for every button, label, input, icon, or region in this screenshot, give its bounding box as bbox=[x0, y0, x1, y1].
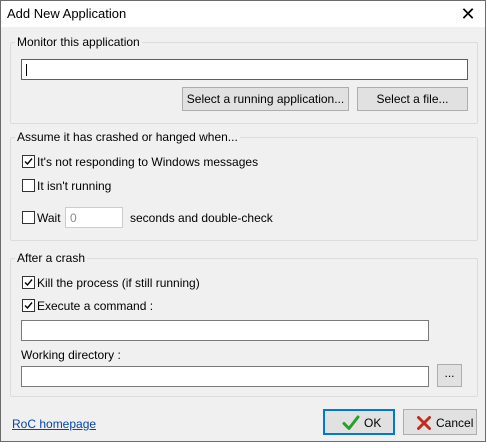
kill-process-label: Kill the process (if still running) bbox=[37, 276, 200, 290]
select-running-app-button[interactable]: Select a running application... bbox=[182, 87, 349, 111]
monitor-group bbox=[10, 42, 478, 124]
not-responding-label: It's not responding to Windows messages bbox=[37, 155, 259, 169]
app-path-input[interactable] bbox=[21, 59, 468, 80]
after-crash-legend: After a crash bbox=[15, 251, 88, 265]
cancel-x-icon bbox=[417, 416, 431, 430]
command-input[interactable] bbox=[21, 320, 429, 341]
checkmark-icon bbox=[24, 302, 33, 310]
title-bar: Add New Application ✕ bbox=[1, 1, 485, 27]
cancel-label: Cancel bbox=[436, 416, 474, 430]
add-application-dialog: Add New Application ✕ Monitor this appli… bbox=[0, 0, 486, 442]
ok-label: OK bbox=[364, 416, 382, 430]
crash-conditions-legend: Assume it has crashed or hanged when... bbox=[15, 130, 240, 144]
wait-suffix-label: seconds and double-check bbox=[130, 211, 273, 225]
checkmark-icon bbox=[24, 158, 33, 166]
execute-command-label: Execute a command : bbox=[37, 299, 154, 313]
working-directory-input[interactable] bbox=[21, 366, 429, 387]
select-file-label: Select a file... bbox=[376, 92, 449, 106]
checkmark-icon bbox=[342, 415, 360, 430]
wait-checkbox[interactable] bbox=[22, 211, 35, 224]
browse-directory-label: ... bbox=[444, 366, 455, 380]
text-caret bbox=[26, 64, 27, 76]
cancel-button[interactable]: Cancel bbox=[403, 409, 477, 435]
not-running-checkbox[interactable] bbox=[22, 179, 35, 192]
close-button[interactable]: ✕ bbox=[451, 1, 485, 27]
working-directory-label: Working directory : bbox=[21, 348, 121, 362]
homepage-link[interactable]: RoC homepage bbox=[12, 417, 96, 431]
not-responding-checkbox[interactable] bbox=[22, 155, 35, 168]
wait-seconds-input[interactable]: 0 bbox=[65, 207, 123, 228]
execute-command-checkbox[interactable] bbox=[22, 299, 35, 312]
select-running-app-label: Select a running application... bbox=[186, 92, 345, 106]
select-file-button[interactable]: Select a file... bbox=[357, 87, 468, 111]
window-title: Add New Application bbox=[7, 6, 127, 21]
wait-label: Wait bbox=[37, 211, 61, 225]
wait-seconds-value: 0 bbox=[70, 211, 77, 225]
kill-process-checkbox[interactable] bbox=[22, 276, 35, 289]
checkmark-icon bbox=[24, 279, 33, 287]
close-icon: ✕ bbox=[460, 4, 476, 24]
ok-button[interactable]: OK bbox=[323, 409, 395, 435]
monitor-group-legend: Monitor this application bbox=[15, 35, 142, 49]
not-running-label: It isn't running bbox=[37, 179, 112, 193]
browse-directory-button[interactable]: ... bbox=[437, 364, 462, 387]
